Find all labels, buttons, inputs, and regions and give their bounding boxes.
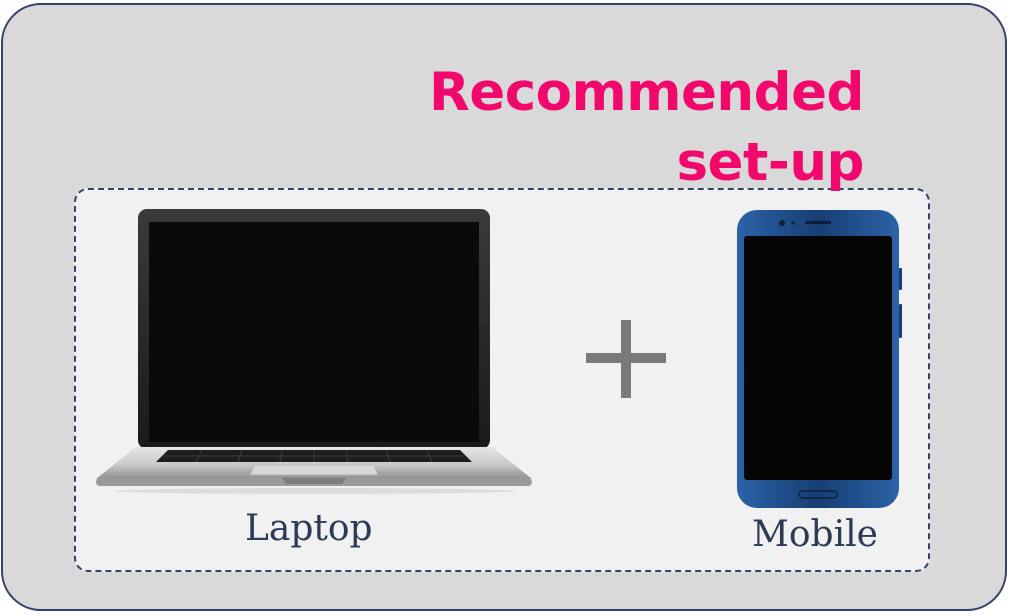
laptop-label: Laptop — [245, 508, 373, 549]
recommended-setup-title: Recommended set-up — [428, 58, 865, 198]
laptop-icon — [92, 207, 536, 497]
mobile-phone-icon — [735, 208, 903, 512]
title-line-2: set-up — [676, 132, 865, 193]
mobile-label: Mobile — [752, 514, 878, 555]
title-line-1: Recommended — [428, 62, 865, 123]
plus-icon — [586, 318, 666, 405]
